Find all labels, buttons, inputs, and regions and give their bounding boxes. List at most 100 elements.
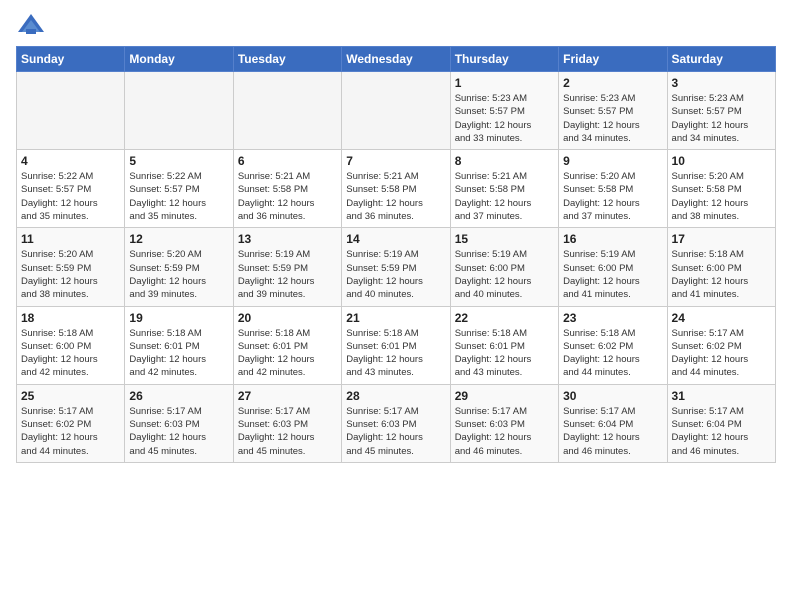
- day-number: 3: [672, 76, 771, 90]
- day-info: Sunrise: 5:18 AM Sunset: 6:01 PM Dayligh…: [346, 327, 445, 380]
- calendar-cell: 18Sunrise: 5:18 AM Sunset: 6:00 PM Dayli…: [17, 306, 125, 384]
- day-number: 24: [672, 311, 771, 325]
- day-number: 31: [672, 389, 771, 403]
- calendar-week-5: 25 Sunrise: 5:17 AM Sunset: 6:02 PM Dayli…: [17, 384, 776, 462]
- calendar-cell: 28 Sunrise: 5:17 AM Sunset: 6:03 PM Dayli…: [342, 384, 450, 462]
- day-number: 18: [21, 311, 120, 325]
- calendar-header-saturday: Saturday: [667, 47, 775, 72]
- day-number: 8: [455, 154, 554, 168]
- day-number: 29: [455, 389, 554, 403]
- day-info: Sunrise: 5:18 AM Sunset: 6:01 PM Dayligh…: [455, 327, 554, 380]
- day-number: 10: [672, 154, 771, 168]
- day-info: Sunrise: 5:18 AM Sunset: 6:00 PM Dayligh…: [672, 248, 771, 301]
- day-info: Sunrise: 5:17 AM Sunset: 6:02 PM Dayligh…: [672, 327, 771, 380]
- calendar-cell: 2Sunrise: 5:23 AM Sunset: 5:57 PM Daylig…: [559, 72, 667, 150]
- day-number: 30: [563, 389, 662, 403]
- calendar-cell: 4 Sunrise: 5:22 AM Sunset: 5:57 PM Daylig…: [17, 150, 125, 228]
- calendar-cell: 22Sunrise: 5:18 AM Sunset: 6:01 PM Dayli…: [450, 306, 558, 384]
- calendar-cell: 3 Sunrise: 5:23 AM Sunset: 5:57 PM Daylig…: [667, 72, 775, 150]
- calendar-cell: 16 Sunrise: 5:19 AM Sunset: 6:00 PM Dayli…: [559, 228, 667, 306]
- day-info: Sunrise: 5:17 AM Sunset: 6:02 PM Dayligh…: [21, 405, 120, 458]
- calendar-cell: [125, 72, 233, 150]
- day-info: Sunrise: 5:17 AM Sunset: 6:04 PM Dayligh…: [672, 405, 771, 458]
- day-info: Sunrise: 5:23 AM Sunset: 5:57 PM Dayligh…: [455, 92, 554, 145]
- day-info: Sunrise: 5:23 AM Sunset: 5:57 PM Dayligh…: [563, 92, 662, 145]
- day-info: Sunrise: 5:20 AM Sunset: 5:58 PM Dayligh…: [672, 170, 771, 223]
- calendar-header-monday: Monday: [125, 47, 233, 72]
- calendar-cell: 11Sunrise: 5:20 AM Sunset: 5:59 PM Dayli…: [17, 228, 125, 306]
- day-number: 21: [346, 311, 445, 325]
- calendar-cell: 17Sunrise: 5:18 AM Sunset: 6:00 PM Dayli…: [667, 228, 775, 306]
- logo-icon: [16, 10, 46, 40]
- calendar-cell: [17, 72, 125, 150]
- day-info: Sunrise: 5:21 AM Sunset: 5:58 PM Dayligh…: [238, 170, 337, 223]
- day-info: Sunrise: 5:19 AM Sunset: 6:00 PM Dayligh…: [563, 248, 662, 301]
- calendar-cell: 19 Sunrise: 5:18 AM Sunset: 6:01 PM Dayli…: [125, 306, 233, 384]
- day-number: 4: [21, 154, 120, 168]
- calendar-cell: 9 Sunrise: 5:20 AM Sunset: 5:58 PM Daylig…: [559, 150, 667, 228]
- day-info: Sunrise: 5:21 AM Sunset: 5:58 PM Dayligh…: [346, 170, 445, 223]
- calendar-header-row: SundayMondayTuesdayWednesdayThursdayFrid…: [17, 47, 776, 72]
- day-info: Sunrise: 5:20 AM Sunset: 5:59 PM Dayligh…: [21, 248, 120, 301]
- calendar-cell: 27 Sunrise: 5:17 AM Sunset: 6:03 PM Dayli…: [233, 384, 341, 462]
- day-number: 25: [21, 389, 120, 403]
- calendar-cell: 13 Sunrise: 5:19 AM Sunset: 5:59 PM Dayli…: [233, 228, 341, 306]
- day-info: Sunrise: 5:22 AM Sunset: 5:57 PM Dayligh…: [129, 170, 228, 223]
- day-number: 26: [129, 389, 228, 403]
- day-info: Sunrise: 5:20 AM Sunset: 5:59 PM Dayligh…: [129, 248, 228, 301]
- day-info: Sunrise: 5:17 AM Sunset: 6:04 PM Dayligh…: [563, 405, 662, 458]
- day-number: 13: [238, 232, 337, 246]
- calendar-cell: 12 Sunrise: 5:20 AM Sunset: 5:59 PM Dayli…: [125, 228, 233, 306]
- calendar-header-thursday: Thursday: [450, 47, 558, 72]
- day-number: 12: [129, 232, 228, 246]
- calendar-cell: 30 Sunrise: 5:17 AM Sunset: 6:04 PM Dayli…: [559, 384, 667, 462]
- calendar-cell: 20 Sunrise: 5:18 AM Sunset: 6:01 PM Dayli…: [233, 306, 341, 384]
- day-info: Sunrise: 5:20 AM Sunset: 5:58 PM Dayligh…: [563, 170, 662, 223]
- day-number: 19: [129, 311, 228, 325]
- day-number: 27: [238, 389, 337, 403]
- day-number: 9: [563, 154, 662, 168]
- calendar-cell: 10 Sunrise: 5:20 AM Sunset: 5:58 PM Dayli…: [667, 150, 775, 228]
- day-info: Sunrise: 5:18 AM Sunset: 6:02 PM Dayligh…: [563, 327, 662, 380]
- calendar-header-friday: Friday: [559, 47, 667, 72]
- calendar-cell: 25 Sunrise: 5:17 AM Sunset: 6:02 PM Dayli…: [17, 384, 125, 462]
- day-number: 7: [346, 154, 445, 168]
- day-info: Sunrise: 5:17 AM Sunset: 6:03 PM Dayligh…: [238, 405, 337, 458]
- day-info: Sunrise: 5:19 AM Sunset: 5:59 PM Dayligh…: [238, 248, 337, 301]
- logo: [16, 10, 50, 40]
- day-number: 5: [129, 154, 228, 168]
- day-info: Sunrise: 5:23 AM Sunset: 5:57 PM Dayligh…: [672, 92, 771, 145]
- day-info: Sunrise: 5:17 AM Sunset: 6:03 PM Dayligh…: [346, 405, 445, 458]
- calendar-table: SundayMondayTuesdayWednesdayThursdayFrid…: [16, 46, 776, 463]
- day-number: 1: [455, 76, 554, 90]
- calendar-header-tuesday: Tuesday: [233, 47, 341, 72]
- day-number: 15: [455, 232, 554, 246]
- header: [16, 10, 776, 40]
- calendar-cell: 7 Sunrise: 5:21 AM Sunset: 5:58 PM Daylig…: [342, 150, 450, 228]
- day-info: Sunrise: 5:22 AM Sunset: 5:57 PM Dayligh…: [21, 170, 120, 223]
- calendar-cell: 1 Sunrise: 5:23 AM Sunset: 5:57 PM Daylig…: [450, 72, 558, 150]
- calendar-week-3: 11Sunrise: 5:20 AM Sunset: 5:59 PM Dayli…: [17, 228, 776, 306]
- calendar-cell: 26Sunrise: 5:17 AM Sunset: 6:03 PM Dayli…: [125, 384, 233, 462]
- calendar-cell: 5 Sunrise: 5:22 AM Sunset: 5:57 PM Daylig…: [125, 150, 233, 228]
- calendar-cell: 6 Sunrise: 5:21 AM Sunset: 5:58 PM Daylig…: [233, 150, 341, 228]
- day-info: Sunrise: 5:18 AM Sunset: 6:01 PM Dayligh…: [129, 327, 228, 380]
- day-info: Sunrise: 5:19 AM Sunset: 6:00 PM Dayligh…: [455, 248, 554, 301]
- day-info: Sunrise: 5:17 AM Sunset: 6:03 PM Dayligh…: [455, 405, 554, 458]
- day-number: 28: [346, 389, 445, 403]
- day-number: 20: [238, 311, 337, 325]
- calendar-cell: 31 Sunrise: 5:17 AM Sunset: 6:04 PM Dayli…: [667, 384, 775, 462]
- calendar-header-wednesday: Wednesday: [342, 47, 450, 72]
- calendar-cell: 8 Sunrise: 5:21 AM Sunset: 5:58 PM Daylig…: [450, 150, 558, 228]
- day-info: Sunrise: 5:18 AM Sunset: 6:01 PM Dayligh…: [238, 327, 337, 380]
- calendar-cell: [233, 72, 341, 150]
- day-info: Sunrise: 5:21 AM Sunset: 5:58 PM Dayligh…: [455, 170, 554, 223]
- day-number: 6: [238, 154, 337, 168]
- calendar-page: SundayMondayTuesdayWednesdayThursdayFrid…: [0, 0, 792, 612]
- calendar-week-4: 18Sunrise: 5:18 AM Sunset: 6:00 PM Dayli…: [17, 306, 776, 384]
- calendar-cell: 23 Sunrise: 5:18 AM Sunset: 6:02 PM Dayli…: [559, 306, 667, 384]
- calendar-cell: 29 Sunrise: 5:17 AM Sunset: 6:03 PM Dayli…: [450, 384, 558, 462]
- day-number: 16: [563, 232, 662, 246]
- day-number: 23: [563, 311, 662, 325]
- calendar-cell: 15 Sunrise: 5:19 AM Sunset: 6:00 PM Dayli…: [450, 228, 558, 306]
